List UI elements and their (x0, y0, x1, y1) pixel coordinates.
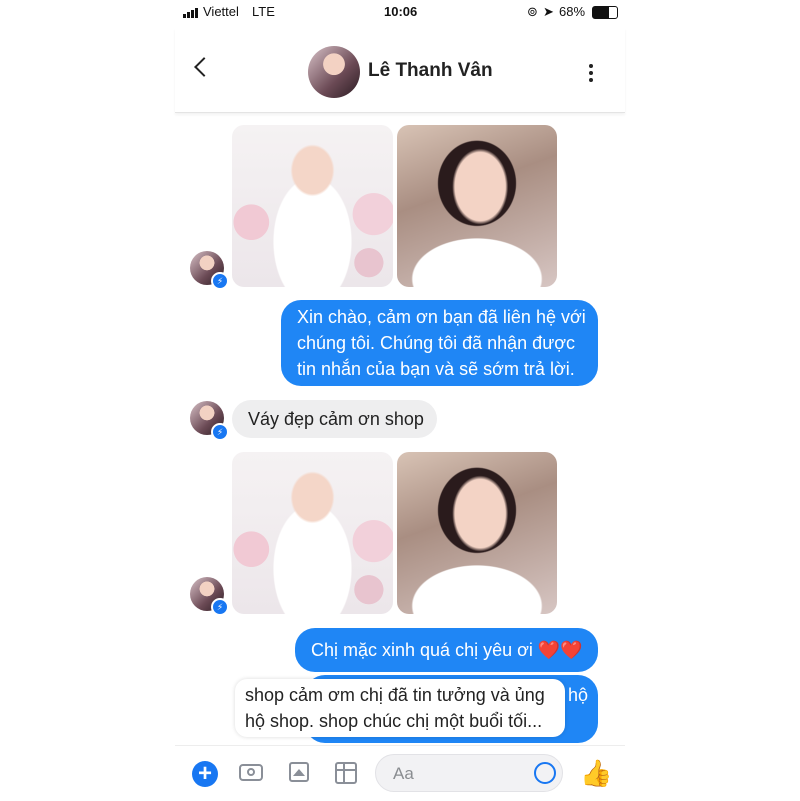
shared-photo[interactable] (232, 125, 393, 287)
messenger-badge-icon: ⚡ (211, 423, 229, 441)
contact-avatar[interactable] (308, 46, 360, 98)
message-input[interactable]: Aa (375, 754, 563, 792)
overlay-caption: shop cảm ơm chị đã tin tưởng và ủng hộ s… (235, 679, 565, 737)
clock: 10:06 (384, 4, 418, 19)
status-bar: Viettel LTE 10:06 ⊚ ➤ 68% (175, 0, 625, 24)
signal-icon (183, 8, 198, 18)
shared-photo[interactable] (397, 125, 557, 287)
back-chevron-icon[interactable] (194, 57, 214, 77)
outgoing-message-bubble[interactable]: Chị mặc xinh quá chị yêu ơi ❤️❤️ (295, 628, 598, 672)
like-icon[interactable]: 👍 (580, 758, 612, 789)
more-options-icon[interactable] (589, 64, 593, 85)
messenger-badge-icon: ⚡ (211, 598, 229, 616)
sticker-icon[interactable] (335, 762, 357, 784)
incoming-message-bubble[interactable]: Váy đẹp cảm ơn shop (232, 400, 437, 438)
carrier-label: Viettel (203, 4, 239, 19)
emoji-icon[interactable] (534, 762, 556, 784)
message-composer: + Aa 👍 (175, 745, 625, 801)
conversation-header: Lê Thanh Vân (175, 28, 625, 113)
network-label: LTE (252, 4, 275, 19)
lock-rotation-icon: ⊚ (527, 4, 538, 19)
shared-photo[interactable] (397, 452, 557, 614)
add-icon[interactable]: + (192, 761, 218, 787)
camera-icon[interactable] (239, 764, 263, 781)
contact-name[interactable]: Lê Thanh Vân (368, 60, 493, 82)
message-text: Chị mặc xinh quá chị yêu ơi ❤️❤️ (311, 640, 583, 660)
message-line: Xin chào, cảm ơn bạn đã liên hệ với (297, 307, 586, 327)
shared-photo[interactable] (232, 452, 393, 614)
gallery-icon[interactable] (289, 762, 309, 782)
location-icon: ➤ (543, 4, 554, 19)
message-line: tin nhắn của bạn và sẽ sớm trả lời. (297, 359, 575, 379)
message-text: Váy đẹp cảm ơn shop (248, 409, 424, 429)
outgoing-message-bubble[interactable]: Xin chào, cảm ơn bạn đã liên hệ với chún… (281, 300, 598, 386)
battery-icon (592, 6, 618, 19)
caption-line: shop cảm ơm chị đã tin tưởng và ủng (245, 685, 545, 705)
battery-percent: 68% (559, 4, 586, 19)
messenger-badge-icon: ⚡ (211, 272, 229, 290)
caption-line: hộ shop. shop chúc chị một buổi tối... (245, 711, 543, 731)
input-placeholder: Aa (393, 764, 414, 783)
message-line: chúng tôi. Chúng tôi đã nhận được (297, 333, 576, 353)
